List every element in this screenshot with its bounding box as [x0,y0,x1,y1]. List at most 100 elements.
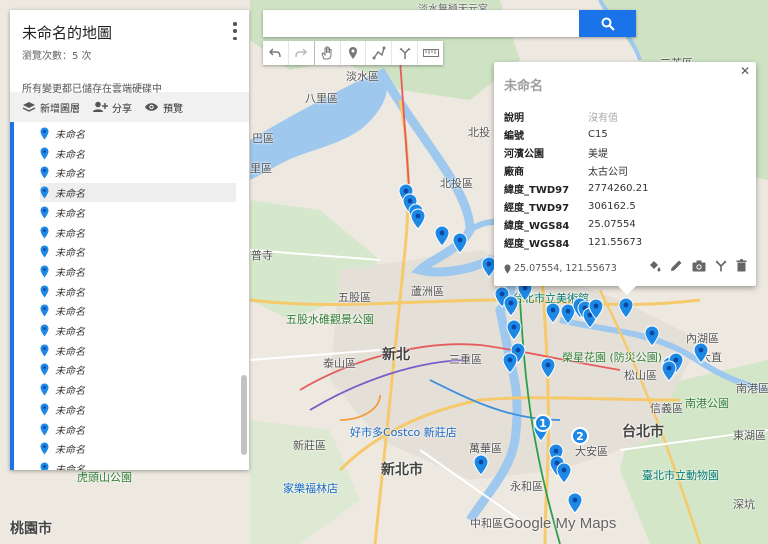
feature-info-popup: 未命名 ✕ 說明 沒有值 編號 C15 河濱公園 美堤 廠商 太古公司 緯度_TWD97 2774… [494,62,756,295]
feature-list-item[interactable]: 未命名 [40,163,236,182]
map-marker[interactable] [556,462,572,484]
map-marker[interactable] [506,319,522,341]
route-icon [715,260,727,272]
map-label: 桃園市 [10,521,52,537]
edit-button[interactable] [670,257,683,276]
map-marker[interactable] [618,297,634,319]
map-toolbar [263,41,443,65]
blue-marker-icon [40,344,49,357]
feature-name: 未命名 [55,366,85,378]
layers-icon [22,102,36,112]
map-label: 五股水碓觀景公園 [286,313,374,326]
feature-list-item[interactable]: 未命名 [40,459,236,470]
feature-list-item[interactable]: 未命名 [40,360,236,379]
feature-list-item[interactable]: 未命名 [40,223,236,242]
map-marker[interactable] [452,232,468,254]
feature-list-item[interactable]: 未命名 [40,124,236,143]
coordinates: 25.07554, 121.55673 [504,263,617,274]
blue-marker-icon [40,265,49,278]
pan-tool[interactable] [315,41,341,65]
blue-marker-icon [40,363,49,376]
map-marker[interactable] [540,357,556,379]
feature-list-item[interactable]: 未命名 [40,242,236,261]
attribute-row: 說明 沒有值 [504,107,648,125]
map-label: 永和區 [510,480,543,493]
save-status: 所有變更都已儲存在雲端硬碟中 [22,84,162,95]
map-marker[interactable] [434,225,450,247]
directions-button[interactable] [715,257,727,276]
map-label: 台北市 [622,424,664,440]
feature-name: 未命名 [55,248,85,260]
google-my-maps-watermark: Google My Maps [503,515,616,532]
feature-name: 未命名 [55,267,85,279]
feature-list-item[interactable]: 未命名 [40,341,236,360]
add-marker-tool[interactable] [341,41,367,65]
feature-list-item[interactable]: 未命名 [40,420,236,439]
map-marker[interactable] [693,342,709,364]
edit-icon [671,260,682,271]
map-marker[interactable] [588,298,604,320]
undo-icon [269,48,282,58]
delete-button[interactable] [736,257,747,276]
add-photo-button[interactable] [692,257,706,276]
map-marker[interactable] [545,302,561,324]
attribute-key: 說明 [504,112,524,124]
feature-name: 未命名 [55,149,85,161]
more-options-icon[interactable] [229,22,241,40]
map-label: 五股區 [338,291,371,304]
marker-cluster[interactable]: 2 [571,427,589,445]
feature-list-item[interactable]: 未命名 [40,183,236,203]
search-input[interactable] [263,10,579,37]
search-button[interactable] [579,10,636,37]
preview-button[interactable]: 預覽 [144,100,183,115]
map-marker[interactable] [410,208,426,230]
panel-header: 未命名的地圖 瀏覽次數：5 次 所有變更都已儲存在雲端硬碟中 [10,10,249,95]
feature-list-item[interactable]: 未命名 [40,400,236,419]
ruler-icon [422,49,439,57]
map-label: 家樂福林店 [283,482,338,495]
map-marker[interactable] [473,454,489,476]
feature-name: 未命名 [55,425,85,437]
attribute-value: 太古公司 [588,166,628,178]
map-marker[interactable] [502,352,518,374]
feature-list-item[interactable]: 未命名 [40,144,236,163]
style-button[interactable] [648,257,661,276]
feature-list-item[interactable]: 未命名 [40,262,236,281]
feature-list-item[interactable]: 未命名 [40,321,236,340]
feature-name: 未命名 [55,130,85,141]
attribute-key: 經度_TWD97 [504,202,570,214]
marker-cluster[interactable]: 1 [534,414,552,432]
scrollbar[interactable] [241,375,247,455]
popup-actions [648,257,747,276]
close-icon[interactable]: ✕ [740,64,750,78]
map-title[interactable]: 未命名的地圖 [22,22,239,43]
redo-button[interactable] [289,41,315,65]
map-marker[interactable] [644,325,660,347]
feature-list: 未命名 未命名 未命名 未命名 未命名 未命名 未命名 未命名 未命名 未命名 未命名 未命名 未命名未… [10,122,249,470]
map-label: 松山區 [624,369,657,382]
map-marker[interactable] [567,492,583,514]
measure-tool[interactable] [418,41,443,65]
map-marker[interactable] [661,360,677,382]
attribute-value: 306162.5 [588,200,636,212]
map-label: 中和區 [470,517,503,530]
feature-list-item[interactable]: 未命名 [40,203,236,222]
map-label: 新北 [382,347,410,363]
share-button[interactable]: 分享 [92,100,132,115]
feature-list-item[interactable]: 未命名 [40,301,236,320]
add-layer-button[interactable]: 新增圖層 [22,100,80,115]
feature-list-item[interactable]: 未命名 [40,439,236,458]
map-label: 巴區 [252,132,274,145]
feature-list-item[interactable]: 未命名 [40,282,236,301]
feature-name: 未命名 [55,461,85,470]
feature-name: 未命名 [55,287,85,299]
blue-marker-icon [40,127,49,140]
popup-title: 未命名 [504,79,544,94]
attribute-key: 編號 [504,130,524,142]
feature-list-item[interactable]: 未命名 [40,380,236,399]
coordinates-text: 25.07554, 121.55673 [514,263,617,274]
add-layer-label: 新增圖層 [40,103,80,115]
undo-button[interactable] [263,41,289,65]
draw-line-tool[interactable] [366,41,393,65]
directions-tool[interactable] [392,41,419,65]
